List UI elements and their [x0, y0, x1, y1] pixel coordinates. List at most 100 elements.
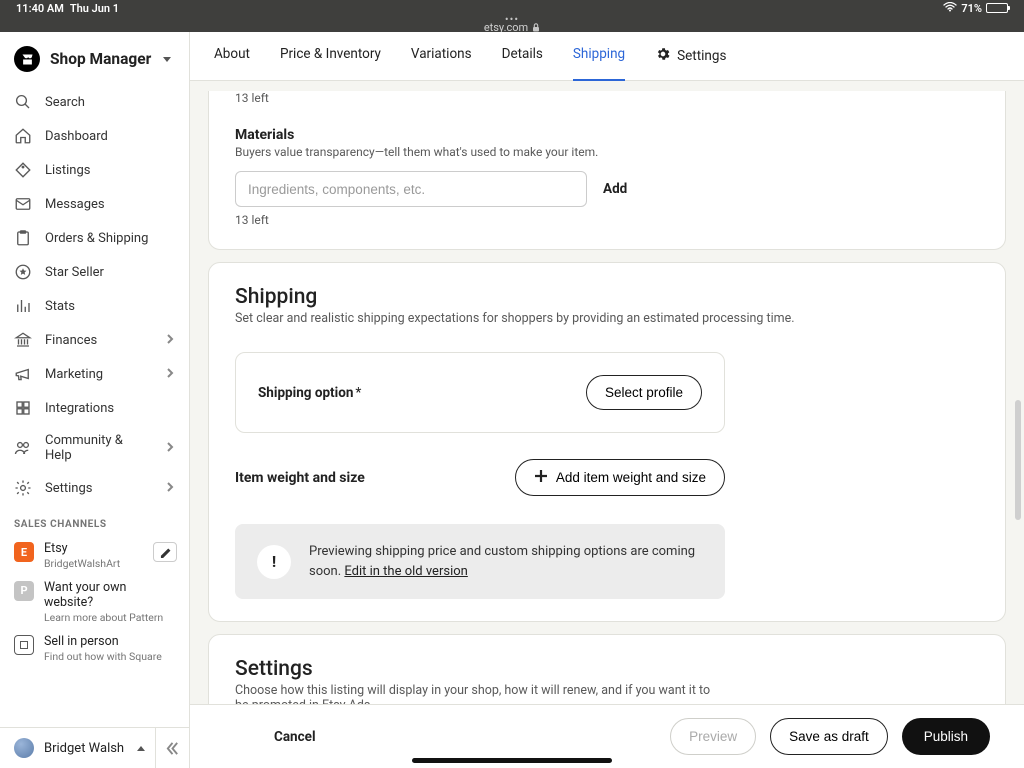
content-scroll[interactable]: 13 left Materials Buyers value transpare…	[190, 81, 1024, 704]
user-avatar	[14, 738, 34, 758]
tab-details[interactable]: Details	[502, 32, 543, 80]
info-icon: !	[257, 545, 291, 579]
sidebar-item-orders[interactable]: Orders & Shipping	[0, 221, 189, 255]
battery-icon	[986, 3, 1008, 13]
add-materials-button[interactable]: Add	[603, 181, 627, 197]
sidebar-label: Settings	[45, 481, 92, 496]
sales-channels-label: SALES CHANNELS	[0, 505, 189, 536]
tab-variations[interactable]: Variations	[411, 32, 472, 80]
sidebar-footer[interactable]: Bridget Walsh	[0, 727, 189, 768]
add-weight-button[interactable]: Add item weight and size	[515, 459, 725, 496]
select-profile-button[interactable]: Select profile	[586, 375, 702, 410]
mail-icon	[14, 195, 32, 213]
channel-pattern[interactable]: P Want your own website? Learn more abou…	[0, 575, 189, 629]
sidebar-item-marketing[interactable]: Marketing	[0, 357, 189, 391]
materials-title: Materials	[235, 127, 979, 143]
publish-button[interactable]: Publish	[902, 718, 990, 755]
sidebar-item-integrations[interactable]: Integrations	[0, 391, 189, 425]
tab-label: Settings	[677, 48, 726, 64]
tab-price-inventory[interactable]: Price & Inventory	[280, 32, 381, 80]
save-draft-button[interactable]: Save as draft	[770, 718, 888, 755]
shipping-option-label: Shipping option	[258, 385, 353, 401]
sidebar-label: Stats	[45, 299, 75, 314]
channel-title: Want your own website?	[44, 580, 175, 611]
shop-manager-header[interactable]: Shop Manager	[0, 32, 189, 85]
settings-subtitle: Choose how this listing will display in …	[235, 683, 725, 704]
tab-about[interactable]: About	[214, 32, 250, 80]
channel-square[interactable]: Sell in person Find out how with Square	[0, 629, 189, 668]
sidebar-item-star-seller[interactable]: Star Seller	[0, 255, 189, 289]
scrollbar[interactable]	[1015, 400, 1021, 520]
pattern-badge-icon: P	[14, 581, 34, 601]
sidebar-label: Community & Help	[45, 433, 152, 463]
details-card: 13 left Materials Buyers value transpare…	[208, 91, 1006, 250]
square-badge-icon	[14, 635, 34, 655]
shipping-subtitle: Set clear and realistic shipping expecta…	[235, 311, 979, 326]
required-asterisk: *	[353, 385, 361, 401]
materials-subtitle: Buyers value transparency—tell them what…	[235, 145, 979, 159]
sidebar-item-stats[interactable]: Stats	[0, 289, 189, 323]
home-indicator[interactable]	[412, 758, 612, 763]
star-badge-icon	[14, 263, 32, 281]
battery-percent: 71%	[961, 2, 982, 15]
tab-shipping[interactable]: Shipping	[573, 32, 625, 80]
home-icon	[14, 127, 32, 145]
settings-title: Settings	[235, 657, 979, 681]
chevron-right-icon	[165, 367, 175, 382]
listing-tabs: About Price & Inventory Variations Detai…	[190, 32, 1024, 81]
people-icon	[14, 439, 32, 457]
sidebar-label: Messages	[45, 197, 105, 212]
user-name: Bridget Walsh	[44, 741, 124, 756]
shop-logo-icon	[14, 46, 40, 72]
edit-channel-button[interactable]	[153, 542, 177, 562]
preview-button[interactable]: Preview	[670, 718, 756, 755]
channel-title: Etsy	[44, 541, 120, 557]
edit-old-version-link[interactable]: Edit in the old version	[344, 564, 467, 579]
safari-toolbar: ••• etsy.com	[0, 16, 1024, 32]
tag-icon	[14, 161, 32, 179]
item-weight-label: Item weight and size	[235, 470, 365, 486]
settings-card: Settings Choose how this listing will di…	[208, 634, 1006, 704]
channel-sub: Learn more about Pattern	[44, 611, 175, 624]
channel-sub: BridgetWalshArt	[44, 557, 120, 570]
caret-down-icon	[163, 57, 171, 62]
sidebar-item-listings[interactable]: Listings	[0, 153, 189, 187]
channel-title: Sell in person	[44, 634, 162, 650]
sidebar-item-dashboard[interactable]: Dashboard	[0, 119, 189, 153]
clipboard-icon	[14, 229, 32, 247]
caret-up-icon	[137, 746, 145, 751]
sidebar-label: Integrations	[45, 401, 114, 416]
bank-icon	[14, 331, 32, 349]
sidebar-item-finances[interactable]: Finances	[0, 323, 189, 357]
search-icon	[14, 93, 32, 111]
cancel-button[interactable]: Cancel	[274, 729, 316, 745]
sidebar-label: Finances	[45, 333, 97, 348]
gear-icon	[655, 46, 671, 66]
gear-icon	[14, 479, 32, 497]
shipping-title: Shipping	[235, 285, 979, 309]
channel-etsy[interactable]: E Etsy BridgetWalshArt	[0, 536, 189, 575]
url-host[interactable]: etsy.com	[484, 24, 528, 31]
channel-sub: Find out how with Square	[44, 650, 162, 663]
shipping-notice: ! Previewing shipping price and custom s…	[235, 524, 725, 599]
status-time: 11:40 AM	[16, 2, 64, 15]
sidebar-item-community[interactable]: Community & Help	[0, 425, 189, 471]
sidebar-nav: Search Dashboard Listings Messages Order…	[0, 85, 189, 727]
collapse-sidebar-button[interactable]	[155, 728, 189, 768]
tab-settings[interactable]: Settings	[655, 32, 726, 80]
chevron-right-icon	[165, 481, 175, 496]
sidebar-item-messages[interactable]: Messages	[0, 187, 189, 221]
stats-icon	[14, 297, 32, 315]
materials-left: 13 left	[235, 213, 979, 227]
materials-input[interactable]	[235, 171, 587, 207]
sidebar-item-settings[interactable]: Settings	[0, 471, 189, 505]
chevron-right-icon	[165, 441, 175, 456]
shipping-card: Shipping Set clear and realistic shippin…	[208, 262, 1006, 622]
wifi-icon	[943, 2, 957, 15]
chevron-right-icon	[165, 333, 175, 348]
megaphone-icon	[14, 365, 32, 383]
add-weight-label: Add item weight and size	[556, 470, 706, 485]
grid-icon	[14, 399, 32, 417]
status-date: Thu Jun 1	[70, 2, 119, 15]
sidebar-item-search[interactable]: Search	[0, 85, 189, 119]
